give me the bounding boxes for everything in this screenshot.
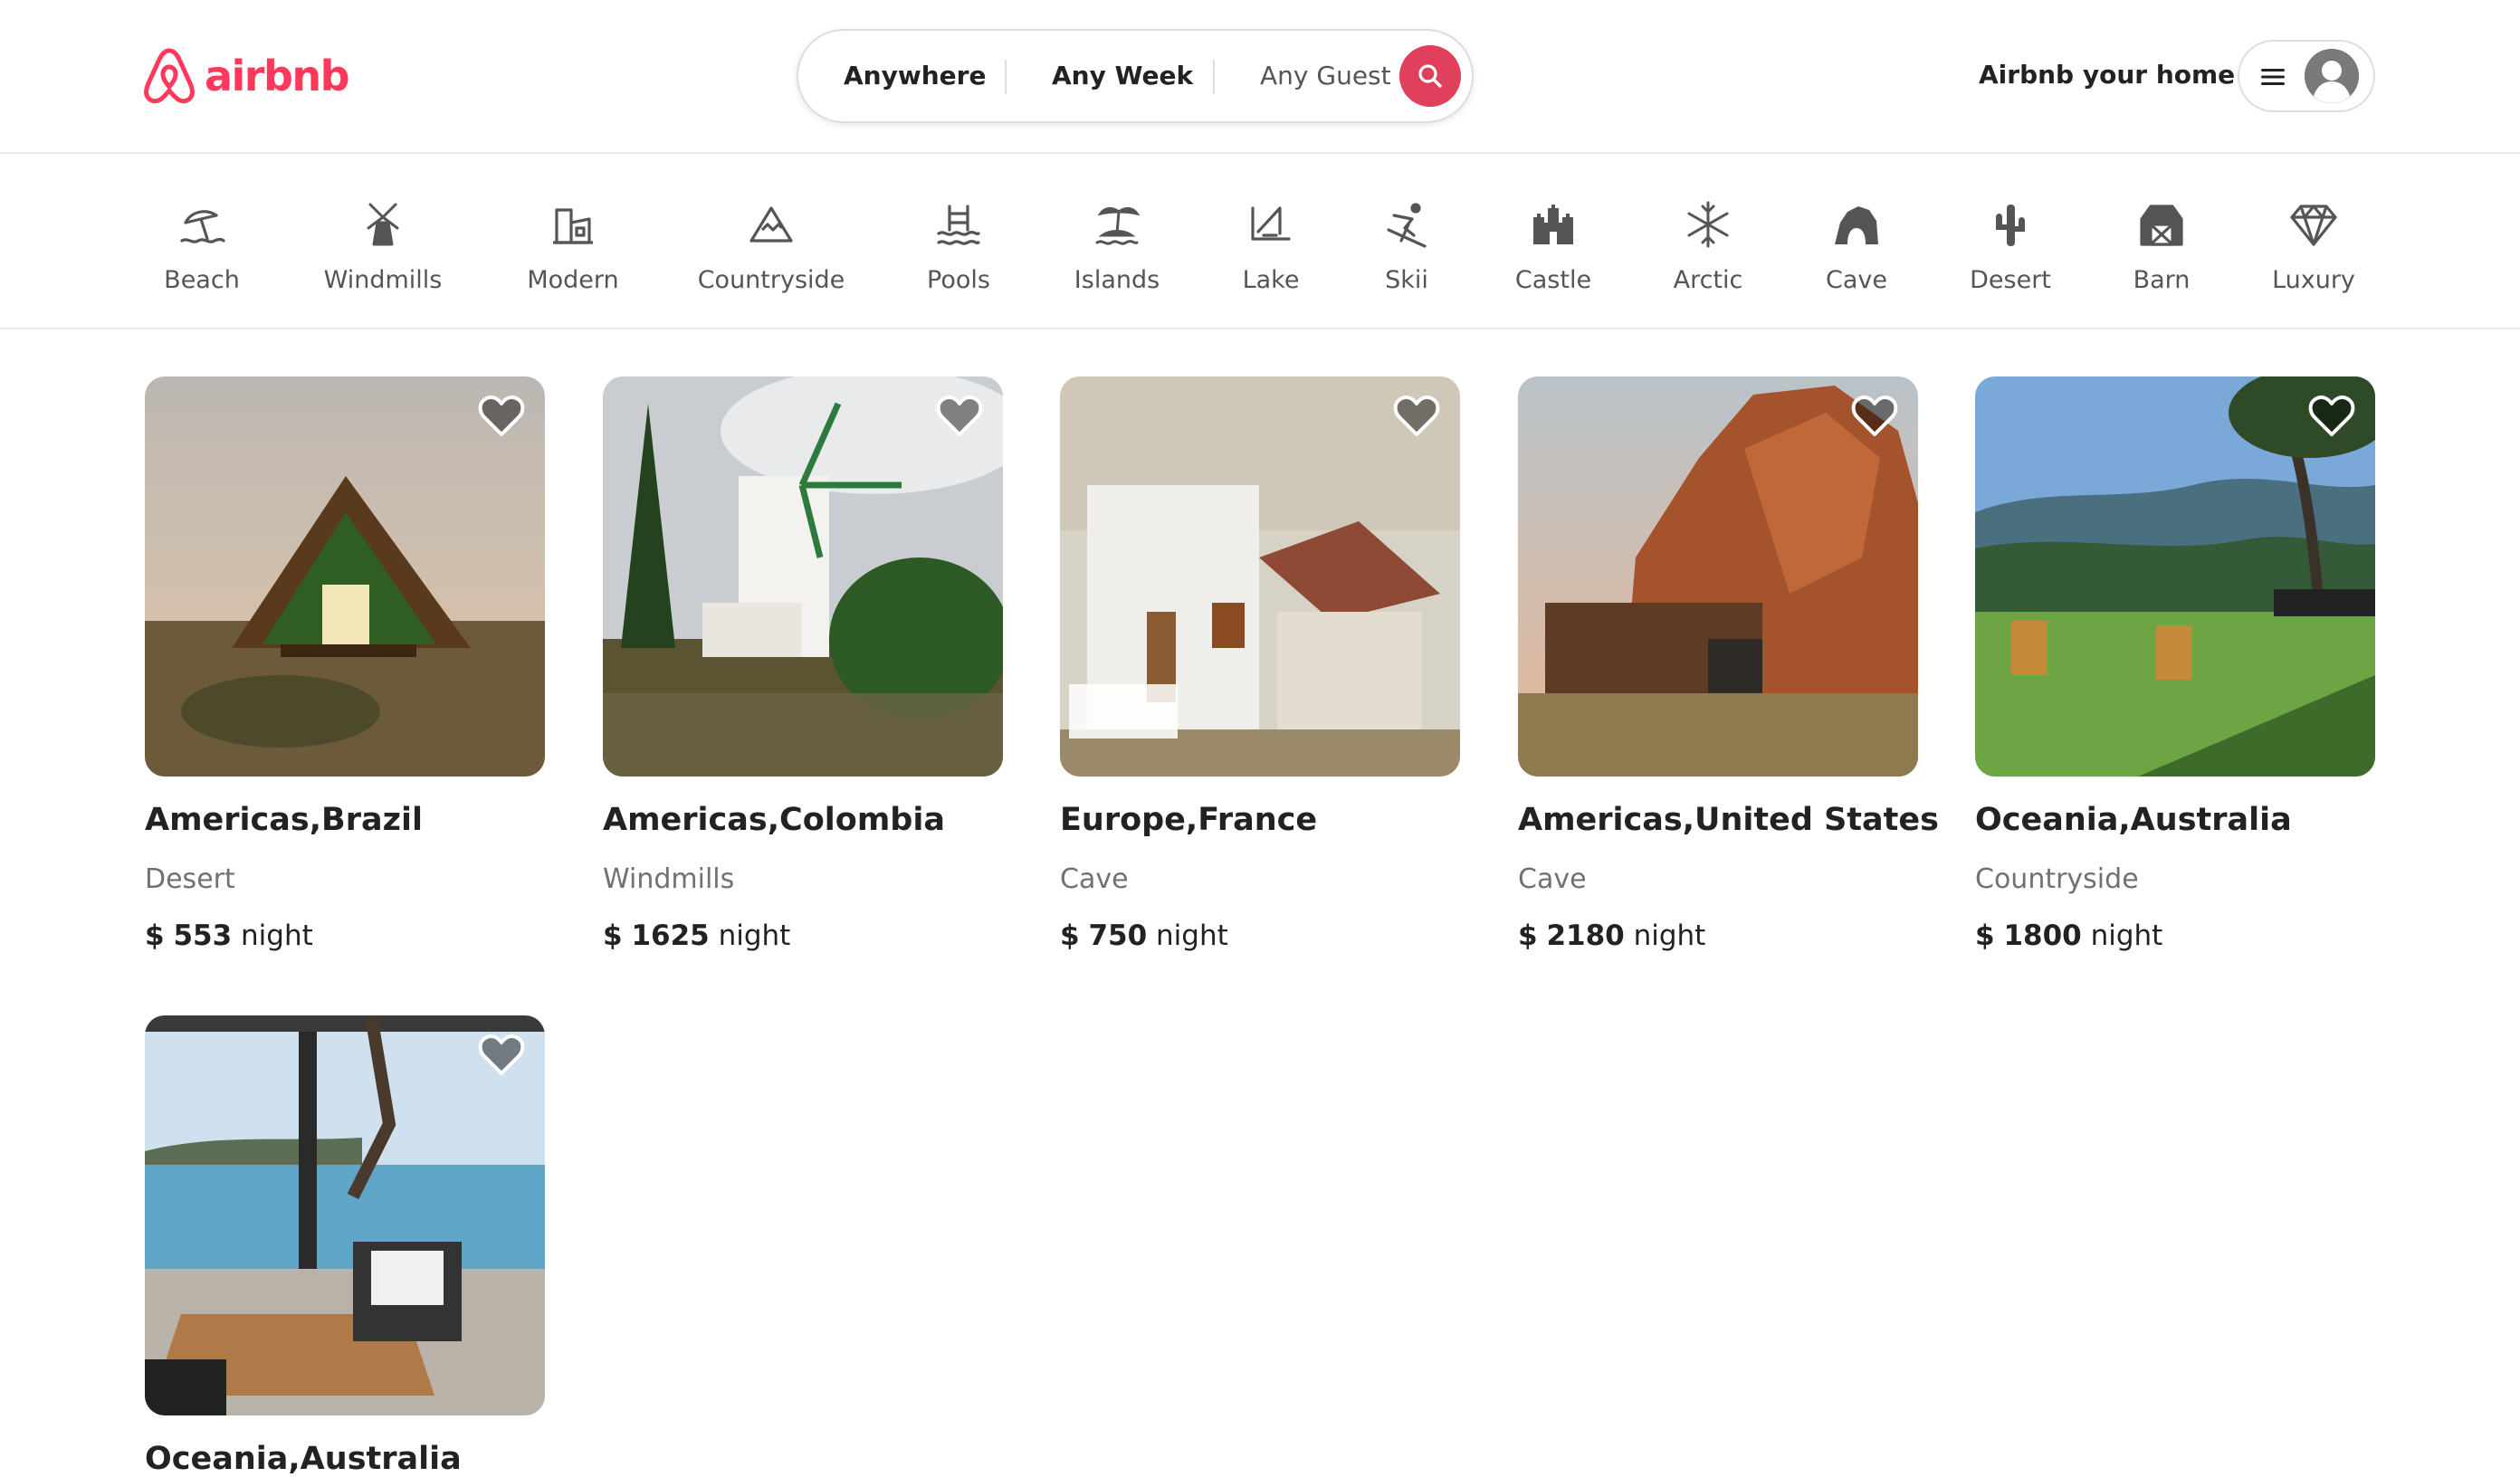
favorite-heart-icon[interactable]: [2308, 395, 2355, 438]
favorite-heart-icon[interactable]: [478, 1034, 525, 1077]
listing-location: Oceania,Australia: [1975, 802, 2292, 838]
category-label: Countryside: [697, 266, 845, 294]
listing-price: $ 750 night: [1060, 920, 1228, 952]
category-barn[interactable]: Barn: [2080, 199, 2243, 308]
listing-location: Oceania,Australia: [145, 1441, 462, 1477]
price-unit: night: [1633, 920, 1706, 952]
price-amount: 2180: [1546, 920, 1625, 952]
pool-icon: [937, 205, 980, 245]
price-amount: 1800: [2003, 920, 2082, 952]
diamond-icon: [2290, 205, 2337, 246]
price-currency: $: [1060, 920, 1080, 952]
search-divider: [1005, 60, 1007, 94]
listing-location: Americas,Colombia: [603, 802, 945, 838]
price-unit: night: [1156, 920, 1228, 952]
category-skii[interactable]: Skii: [1325, 199, 1488, 308]
category-label: Desert: [1970, 266, 2051, 294]
price-amount: 750: [1088, 920, 1148, 952]
search-any-week-button[interactable]: Any Week: [1052, 31, 1193, 121]
beach-icon: [180, 210, 225, 243]
favorite-heart-icon[interactable]: [478, 395, 525, 438]
category-label: Castle: [1514, 266, 1592, 294]
category-label: Pools: [927, 266, 990, 294]
search-any-guest-button[interactable]: Any Guest: [1260, 31, 1391, 121]
user-avatar-icon: [2305, 49, 2359, 103]
airbnb-wordmark: airbnb: [205, 52, 350, 100]
listing-location: Europe,France: [1060, 802, 1318, 838]
category-pools[interactable]: Pools: [877, 199, 1040, 308]
airbnb-logo[interactable]: airbnb: [143, 46, 350, 106]
price-currency: $: [1975, 920, 1995, 952]
ski-icon: [1387, 203, 1427, 248]
search-button[interactable]: [1399, 45, 1461, 107]
price-amount: 1625: [631, 920, 710, 952]
airbnb-your-home-link[interactable]: Airbnb your home: [1979, 45, 2235, 105]
category-label: Islands: [1074, 266, 1160, 294]
listing-price: $ 1625 night: [603, 920, 790, 952]
category-label: Arctic: [1673, 266, 1743, 294]
favorite-heart-icon[interactable]: [1393, 395, 1440, 438]
category-label: Luxury: [2272, 266, 2355, 294]
category-cave[interactable]: Cave: [1775, 199, 1938, 308]
category-label: Barn: [2133, 266, 2191, 294]
listing-location: Americas,United States: [1518, 802, 1939, 838]
search-bar[interactable]: Anywhere Any Week Any Guest: [797, 29, 1474, 123]
listing-location: Americas,Brazil: [145, 802, 423, 838]
mountain-icon: [749, 206, 793, 243]
category-islands[interactable]: Islands: [1036, 199, 1198, 308]
price-currency: $: [145, 920, 165, 952]
search-anywhere-button[interactable]: Anywhere: [844, 31, 986, 121]
barn-icon: [2140, 205, 2183, 246]
listing-price: $ 553 night: [145, 920, 313, 952]
category-modern[interactable]: Modern: [492, 199, 654, 308]
category-beach[interactable]: Beach: [120, 199, 283, 308]
lake-icon: [1251, 206, 1291, 241]
category-label: Windmills: [323, 266, 443, 294]
modern-house-icon: [553, 208, 593, 244]
category-castle[interactable]: Castle: [1472, 199, 1635, 308]
price-unit: night: [241, 920, 313, 952]
snowflake-icon: [1687, 201, 1729, 248]
category-desert[interactable]: Desert: [1929, 199, 2092, 308]
listing-price: $ 1800 night: [1975, 920, 2162, 952]
search-divider: [1213, 60, 1215, 94]
price-currency: $: [1518, 920, 1538, 952]
listing-category: Desert: [145, 863, 235, 895]
price-amount: 553: [173, 920, 233, 952]
price-unit: night: [2090, 920, 2163, 952]
price-unit: night: [718, 920, 791, 952]
castle-icon: [1533, 205, 1573, 244]
listing-price: $ 2180 night: [1518, 920, 1705, 952]
category-filter-bar: Beach Windmills Modern Countryside Pools: [0, 154, 2520, 329]
favorite-heart-icon[interactable]: [1851, 395, 1898, 438]
category-label: Skii: [1385, 266, 1428, 294]
category-label: Modern: [527, 266, 619, 294]
cave-icon: [1835, 206, 1878, 244]
airbnb-logo-icon: [143, 47, 196, 105]
user-menu-button[interactable]: [2238, 40, 2375, 112]
category-countryside[interactable]: Countryside: [690, 199, 853, 308]
category-arctic[interactable]: Arctic: [1627, 199, 1790, 308]
price-currency: $: [603, 920, 623, 952]
island-icon: [1095, 206, 1141, 245]
favorite-heart-icon[interactable]: [936, 395, 983, 438]
listing-category: Windmills: [603, 863, 735, 895]
windmill-icon: [367, 203, 399, 246]
category-label: Beach: [164, 266, 240, 294]
category-luxury[interactable]: Luxury: [2232, 199, 2395, 308]
listing-category: Countryside: [1975, 863, 2139, 895]
cactus-icon: [1996, 205, 2025, 246]
listing-category: Cave: [1518, 863, 1587, 895]
category-windmills[interactable]: Windmills: [301, 199, 464, 308]
search-icon: [1418, 64, 1442, 88]
hamburger-menu-icon: [2258, 62, 2288, 92]
listing-category: Cave: [1060, 863, 1129, 895]
top-navbar: airbnb Anywhere Any Week Any Guest Airbn…: [0, 0, 2520, 154]
category-label: Cave: [1826, 266, 1887, 294]
